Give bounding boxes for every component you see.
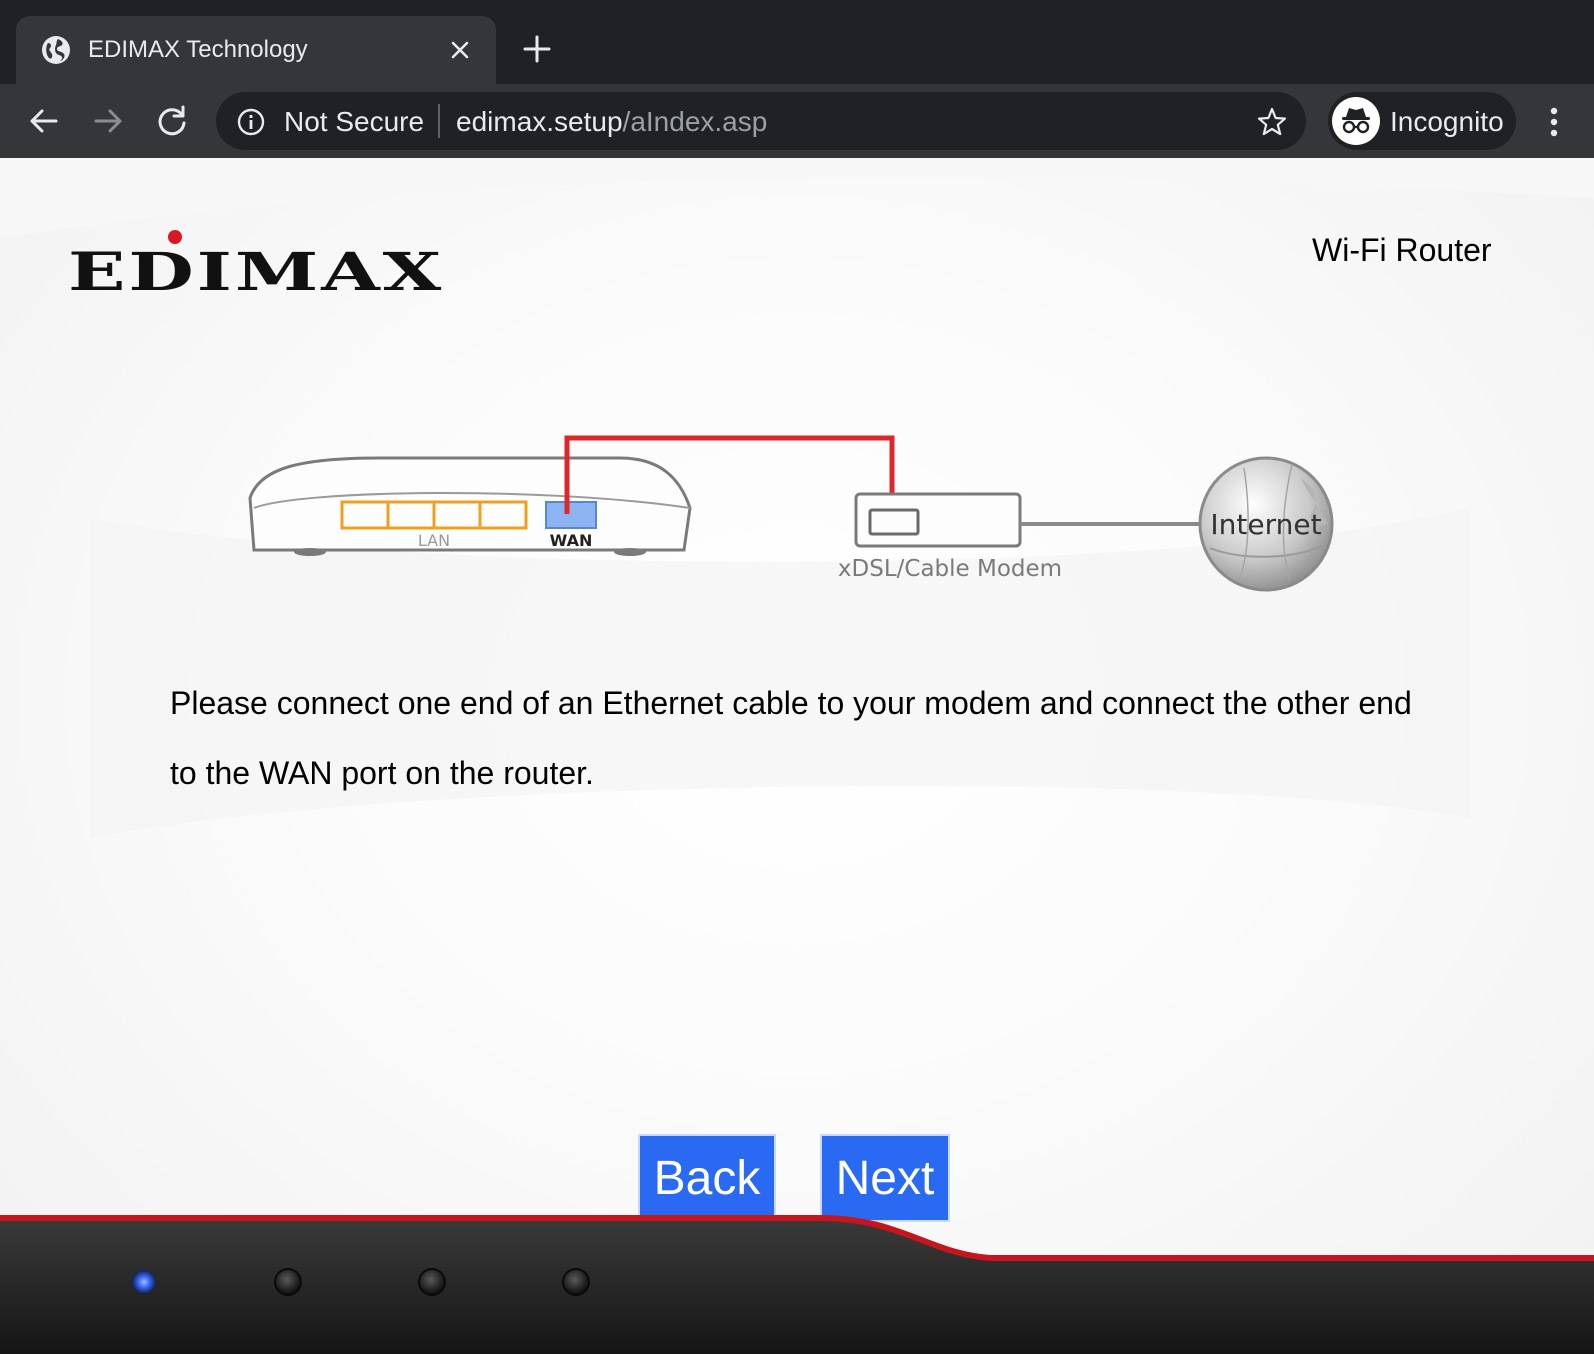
internet-globe-icon: Internet xyxy=(1198,456,1334,592)
address-bar[interactable]: Not Secure edimax.setup/aIndex.asp xyxy=(216,92,1306,150)
kebab-menu-icon[interactable] xyxy=(1540,102,1568,142)
router-illustration: LAN WAN xyxy=(248,456,692,556)
internet-label: Internet xyxy=(1210,508,1321,541)
omnibox-divider xyxy=(438,104,440,138)
forward-arrow-icon[interactable] xyxy=(88,101,128,141)
security-status-label[interactable]: Not Secure xyxy=(284,106,424,138)
reload-icon[interactable] xyxy=(152,101,192,141)
url-host: edimax.setup xyxy=(456,106,623,137)
new-tab-plus-icon[interactable] xyxy=(522,34,552,64)
back-button[interactable]: Back xyxy=(638,1134,776,1222)
browser-toolbar: Not Secure edimax.setup/aIndex.asp Incog… xyxy=(0,84,1594,159)
modem-label: xDSL/Cable Modem xyxy=(838,556,1062,582)
incognito-label: Incognito xyxy=(1390,106,1504,137)
tab-strip: EDIMAX Technology xyxy=(0,0,1594,84)
wan-port xyxy=(545,501,597,529)
footer-panel xyxy=(0,1215,1594,1354)
incognito-profile-button[interactable]: Incognito xyxy=(1328,92,1516,150)
tab-title: EDIMAX Technology xyxy=(88,36,308,63)
info-icon[interactable] xyxy=(236,107,266,137)
setup-page: EDIMAX Wi-Fi Router LAN WAN xDSL/Cable M… xyxy=(0,158,1594,1354)
instructions-text: Please connect one end of an Ethernet ca… xyxy=(170,668,1430,808)
url-text[interactable]: edimax.setup/aIndex.asp xyxy=(456,106,767,138)
next-button[interactable]: Next xyxy=(820,1134,950,1222)
browser-window: EDIMAX Technology Not Secure edimax.setu… xyxy=(0,0,1594,1354)
modem-illustration: xDSL/Cable Modem xyxy=(838,492,1062,582)
back-arrow-icon[interactable] xyxy=(24,101,64,141)
globe-icon xyxy=(42,36,70,64)
close-icon[interactable] xyxy=(446,36,474,64)
status-led xyxy=(274,1268,302,1296)
url-path: /aIndex.asp xyxy=(622,106,768,137)
instructions-line-1: Please connect one end of an Ethernet ca… xyxy=(170,685,1412,721)
logo-wordmark: EDIMAX xyxy=(68,242,445,303)
lan-label: LAN xyxy=(418,531,450,550)
instructions-line-2: to the WAN port on the router. xyxy=(170,755,594,791)
browser-tab[interactable]: EDIMAX Technology xyxy=(16,16,496,84)
logo-red-dot xyxy=(168,230,182,244)
connection-diagram: LAN WAN xDSL/Cable Modem Internet xyxy=(248,435,1334,592)
status-led xyxy=(418,1268,446,1296)
wan-label: WAN xyxy=(550,531,593,550)
bookmark-star-icon[interactable] xyxy=(1256,106,1288,138)
status-led xyxy=(562,1268,590,1296)
edimax-logo: EDIMAX xyxy=(68,230,441,303)
product-name: Wi-Fi Router xyxy=(1312,232,1492,268)
status-led-active xyxy=(132,1270,156,1294)
incognito-icon xyxy=(1332,97,1380,145)
